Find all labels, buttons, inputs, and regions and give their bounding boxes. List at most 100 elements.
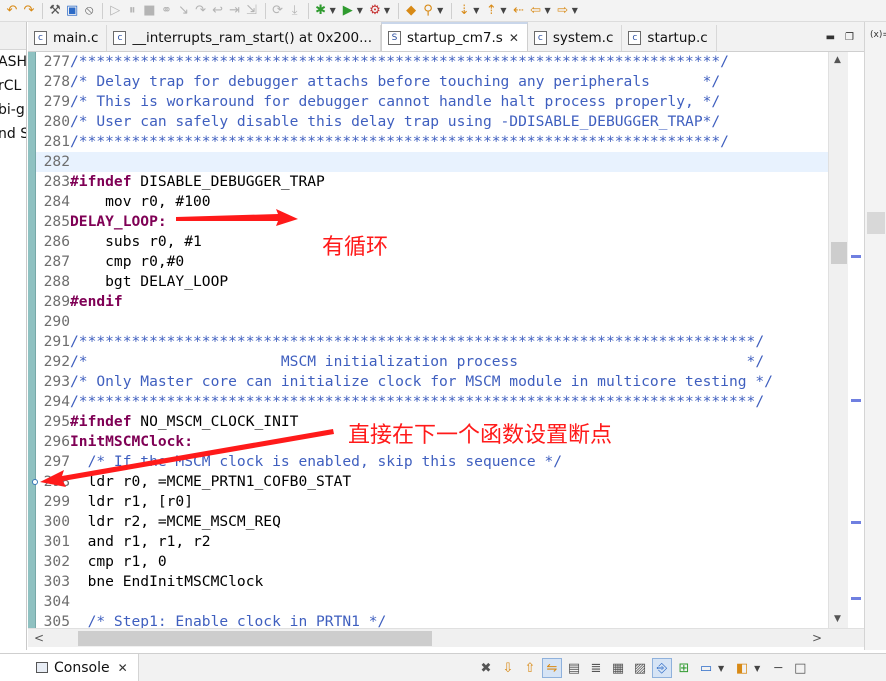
code-line[interactable]: 292/* MSCM initialization process */ [36, 352, 828, 372]
editor-tab-3[interactable]: c system.c [528, 25, 623, 51]
explorer-fragment-3[interactable]: bi-g [0, 98, 26, 122]
code-line[interactable]: 283#ifndef DISABLE_DEBUGGER_TRAP [36, 172, 828, 192]
scroll-up-icon[interactable]: ⇧ [520, 658, 540, 678]
search-icon[interactable]: ⚲ [420, 2, 436, 20]
minimize-icon[interactable]: ▬ [826, 32, 835, 43]
skip-breakpoints-icon[interactable]: ⦸ [81, 2, 97, 20]
code-line[interactable]: 300 ldr r2, =MCME_MSCM_REQ [36, 512, 828, 532]
code-line[interactable]: 281/************************************… [36, 132, 828, 152]
breakpoint-marker-icon[interactable] [32, 479, 38, 485]
suspend-icon[interactable]: ⏸ [124, 2, 140, 20]
redo-icon[interactable]: ↷ [21, 2, 37, 20]
code-line[interactable]: 278/* Delay trap for debugger attachs be… [36, 72, 828, 92]
show-on-error-icon[interactable]: ▨ [630, 658, 650, 678]
code-lines[interactable]: 277/************************************… [32, 52, 828, 628]
maximize-icon[interactable]: □ [790, 658, 810, 678]
dropdown-arrow-icon[interactable]: ▼ [718, 664, 724, 673]
code-editor[interactable]: 277/************************************… [28, 52, 828, 628]
horizontal-scroll-thumb[interactable] [78, 631, 432, 646]
explorer-fragment-2[interactable]: rCL [0, 74, 26, 98]
instruction-step-icon[interactable]: ⇥ [227, 2, 243, 20]
restart-icon[interactable]: ⟳ [270, 2, 286, 20]
vertical-scroll-thumb[interactable] [831, 242, 847, 264]
explorer-fragment-4[interactable]: nd S [0, 122, 26, 146]
maximize-icon[interactable]: ❐ [845, 32, 854, 43]
step-over-icon[interactable]: ↷ [193, 2, 209, 20]
editor-tab-2[interactable]: Sstartup_cm7.s ✕ [381, 22, 528, 51]
breakpoint-ruler[interactable] [28, 52, 36, 628]
display-console-icon[interactable]: ▭ [696, 658, 716, 678]
step-into-icon[interactable]: ↘ [176, 2, 192, 20]
next-annotation-icon[interactable]: ⇣ [456, 2, 472, 20]
dropdown-arrow-icon[interactable]: ▼ [473, 6, 479, 15]
code-line[interactable]: 288 bgt DELAY_LOOP [36, 272, 828, 292]
code-line[interactable]: 305 /* Step1: Enable clock in PRTN1 */ [36, 612, 828, 628]
overview-mark[interactable] [851, 597, 861, 600]
back-nav-icon[interactable]: ⇦ [528, 2, 544, 20]
save-icon[interactable]: ▣ [64, 2, 80, 20]
editor-vertical-scrollbar[interactable]: ▲ ▼ [828, 52, 848, 628]
back-icon[interactable]: ↶ [4, 2, 20, 20]
minimize-icon[interactable]: ─ [768, 658, 788, 678]
editor-horizontal-scrollbar[interactable]: < > [28, 628, 864, 647]
scroll-down-arrow-icon[interactable]: ▼ [834, 614, 841, 624]
code-line[interactable]: 285DELAY_LOOP: [36, 212, 828, 232]
step-return-icon[interactable]: ↩ [210, 2, 226, 20]
variables-scroll-thumb[interactable] [867, 212, 885, 234]
resume-icon[interactable]: ▷ [107, 2, 123, 20]
open-console-icon[interactable]: ◧ [732, 658, 752, 678]
code-line[interactable]: 279/* This is workaround for debugger ca… [36, 92, 828, 112]
code-line[interactable]: 280/* User can safely disable this delay… [36, 112, 828, 132]
dropdown-arrow-icon[interactable]: ▼ [545, 6, 551, 15]
code-line[interactable]: 289#endif [36, 292, 828, 312]
code-line[interactable]: 286 subs r0, #1 [36, 232, 828, 252]
dropdown-arrow-icon[interactable]: ▼ [357, 6, 363, 15]
overview-mark[interactable] [851, 399, 861, 402]
explorer-fragment-1[interactable]: ASH [0, 50, 26, 74]
editor-tab-1[interactable]: c __interrupts_ram_start() at 0x200... [107, 25, 381, 51]
clear-console-icon[interactable]: ▤ [564, 658, 584, 678]
console-close-icon[interactable]: ✕ [118, 661, 128, 675]
scroll-lock-icon[interactable]: ⇋ [542, 658, 562, 678]
code-line[interactable]: 290 [36, 312, 828, 332]
dropdown-arrow-icon[interactable]: ▼ [384, 6, 390, 15]
code-line[interactable]: 282 [36, 152, 828, 172]
last-edit-icon[interactable]: ⇠ [511, 2, 527, 20]
scroll-up-arrow-icon[interactable]: ▲ [834, 55, 841, 65]
word-wrap-icon[interactable]: ≣ [586, 658, 606, 678]
previous-annotation-icon[interactable]: ⇡ [483, 2, 499, 20]
disconnect-icon[interactable]: ⚭ [159, 2, 175, 20]
code-line[interactable]: 303 bne EndInitMSCMClock [36, 572, 828, 592]
dropdown-arrow-icon[interactable]: ▼ [437, 6, 443, 15]
build-icon[interactable]: ⚒ [47, 2, 63, 20]
code-line[interactable]: 293/* Only Master core can initialize cl… [36, 372, 828, 392]
overview-mark[interactable] [851, 521, 861, 524]
code-line[interactable]: 294/************************************… [36, 392, 828, 412]
dropdown-arrow-icon[interactable]: ▼ [330, 6, 336, 15]
code-line[interactable]: 284 mov r0, #100 [36, 192, 828, 212]
dropdown-arrow-icon[interactable]: ▼ [754, 664, 760, 673]
scroll-down-icon[interactable]: ⇩ [498, 658, 518, 678]
code-line[interactable]: 297 /* If the MSCM clock is enabled, ski… [36, 452, 828, 472]
code-line[interactable]: 277/************************************… [36, 52, 828, 72]
terminate-icon[interactable]: ✖ [476, 658, 496, 678]
run-icon[interactable]: ▶ [340, 2, 356, 20]
terminate-icon[interactable]: ■ [141, 2, 157, 20]
code-line[interactable]: 301 and r1, r1, r2 [36, 532, 828, 552]
open-type-icon[interactable]: ◆ [403, 2, 419, 20]
code-line[interactable]: 302 cmp r1, 0 [36, 552, 828, 572]
code-line[interactable]: 304 [36, 592, 828, 612]
new-console-icon[interactable]: ⊞ [674, 658, 694, 678]
drop-to-frame-icon[interactable]: ⤓ [287, 2, 303, 20]
dropdown-arrow-icon[interactable]: ▼ [572, 6, 578, 15]
console-tab[interactable]: Console ✕ [0, 653, 139, 681]
code-line[interactable]: 287 cmp r0,#0 [36, 252, 828, 272]
editor-tab-0[interactable]: c main.c [28, 25, 108, 51]
debug-icon[interactable]: ✱ [313, 2, 329, 20]
editor-tab-4[interactable]: c startup.c [622, 25, 717, 51]
overview-ruler[interactable] [848, 52, 864, 628]
code-line[interactable]: 298 ldr r0, =MCME_PRTN1_COFB0_STAT [32, 472, 828, 492]
code-line[interactable]: 299 ldr r1, [r0] [36, 492, 828, 512]
code-line[interactable]: 291/************************************… [36, 332, 828, 352]
variables-tab-label[interactable]: (x)= [870, 30, 886, 40]
